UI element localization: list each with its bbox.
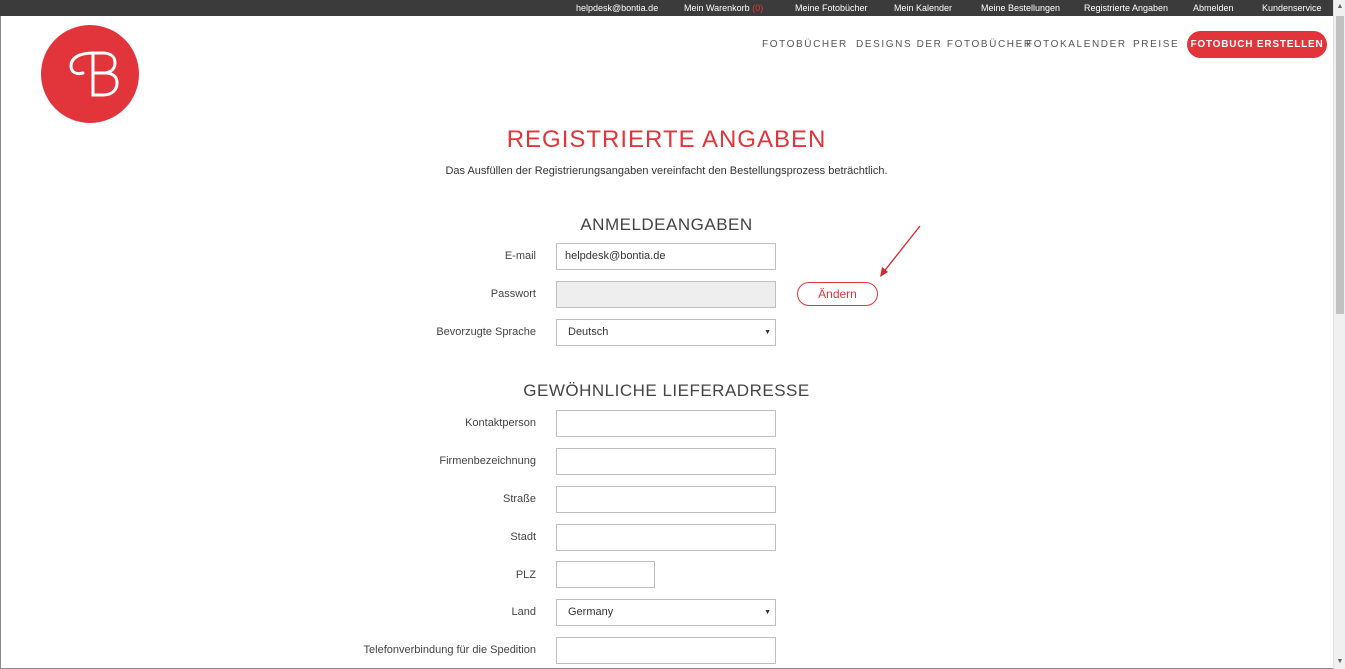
change-password-button[interactable]: Ändern [797,282,878,306]
city-label: Stadt [510,531,536,543]
language-select-value: Deutsch [568,326,609,338]
nav-photo-calendars[interactable]: FOTOKALENDER [1026,39,1127,50]
zip-label: PLZ [515,569,536,581]
scroll-down-icon[interactable]: ▼ [1336,658,1344,666]
scroll-thumb[interactable] [1336,16,1344,314]
nav-photobooks[interactable]: FOTOBÜCHER [762,39,848,50]
country-select-value: Germany [568,606,614,618]
cart-link[interactable]: Mein Warenkorb (0) [684,2,763,14]
company-label: Firmenbezeichnung [439,455,536,467]
contact-person-label: Kontaktperson [465,417,536,429]
password-field [556,281,776,308]
chevron-down-icon: ▼ [764,609,771,616]
email-field[interactable]: helpdesk@bontia.de [556,243,776,270]
top-account-bar: helpdesk@bontia.de Mein Warenkorb (0) Me… [0,0,1333,16]
nav-prices[interactable]: PREISE [1133,39,1179,50]
login-section-title: ANMELDEANGABEN [580,215,753,234]
page-subtitle: Das Ausfüllen der Registrierungsangaben … [445,165,888,177]
my-calendar-link[interactable]: Mein Kalender [894,2,952,14]
account-email-link[interactable]: helpdesk@bontia.de [576,2,658,14]
customer-service-link[interactable]: Kundenservice [1262,2,1322,14]
scroll-up-icon[interactable]: ▲ [1336,3,1344,11]
street-field[interactable] [556,486,776,513]
company-field[interactable] [556,448,776,475]
zip-field[interactable] [556,561,655,588]
annotation-arrow-icon [880,225,921,277]
vertical-scrollbar[interactable]: ▲ ▼ [1333,0,1345,669]
address-section-title: GEWÖHNLICHE LIEFERADRESSE [523,381,810,400]
country-label: Land [511,606,536,618]
email-label: E-mail [504,250,536,262]
page-title: REGISTRIERTE ANGABEN [506,126,827,153]
registered-data-link[interactable]: Registrierte Angaben [1084,2,1168,14]
city-field[interactable] [556,524,776,551]
cart-count: (0) [752,3,764,13]
nav-photobook-designs[interactable]: DESIGNS DER FOTOBÜCHER [856,39,1033,50]
cart-label: Mein Warenkorb [684,3,750,13]
contact-person-field[interactable] [556,410,776,437]
street-label: Straße [502,493,536,505]
language-select[interactable]: Deutsch ▼ [556,319,776,346]
phone-label: Telefonverbindung für die Spedition [363,644,536,656]
country-select[interactable]: Germany ▼ [556,599,776,626]
my-photobooks-link[interactable]: Meine Fotobücher [795,2,868,14]
language-label: Bevorzugte Sprache [436,326,536,338]
password-label: Passwort [490,288,536,300]
my-orders-link[interactable]: Meine Bestellungen [981,2,1060,14]
create-photobook-button[interactable]: FOTOBUCH ERSTELLEN [1187,31,1327,58]
logout-link[interactable]: Abmelden [1193,2,1234,14]
bontia-b-logo-icon[interactable] [41,25,139,123]
phone-field[interactable] [556,637,776,664]
chevron-down-icon: ▼ [764,329,771,336]
